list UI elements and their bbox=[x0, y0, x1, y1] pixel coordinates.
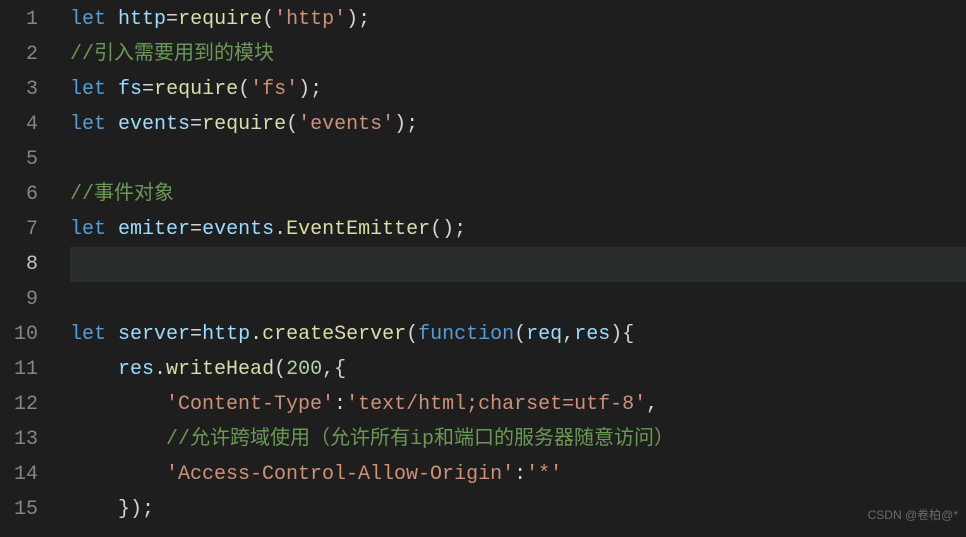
code-line[interactable]: let emiter=events.EventEmitter(); bbox=[70, 212, 966, 247]
line-number: 14 bbox=[0, 457, 38, 492]
code-line-current[interactable] bbox=[70, 247, 966, 282]
code-line[interactable]: let fs=require('fs'); bbox=[70, 72, 966, 107]
code-line[interactable]: 'Access-Control-Allow-Origin':'*' bbox=[70, 457, 966, 492]
line-number: 11 bbox=[0, 352, 38, 387]
line-number: 2 bbox=[0, 37, 38, 72]
line-number: 10 bbox=[0, 317, 38, 352]
code-line[interactable]: }); bbox=[70, 492, 966, 527]
code-line[interactable]: res.writeHead(200,{ bbox=[70, 352, 966, 387]
line-number: 3 bbox=[0, 72, 38, 107]
code-line[interactable] bbox=[70, 142, 966, 177]
code-line[interactable]: let events=require('events'); bbox=[70, 107, 966, 142]
line-number: 12 bbox=[0, 387, 38, 422]
code-line[interactable]: let http=require('http'); bbox=[70, 2, 966, 37]
line-number: 13 bbox=[0, 422, 38, 457]
code-line[interactable]: let server=http.createServer(function(re… bbox=[70, 317, 966, 352]
line-number: 7 bbox=[0, 212, 38, 247]
line-number: 15 bbox=[0, 492, 38, 527]
line-number: 1 bbox=[0, 2, 38, 37]
code-content[interactable]: let http=require('http'); //引入需要用到的模块 le… bbox=[50, 0, 966, 537]
code-line[interactable]: //引入需要用到的模块 bbox=[70, 37, 966, 72]
code-editor[interactable]: 1 2 3 4 5 6 7 8 9 10 11 12 13 14 15 let … bbox=[0, 0, 966, 537]
line-number: 9 bbox=[0, 282, 38, 317]
line-number: 4 bbox=[0, 107, 38, 142]
code-line[interactable] bbox=[70, 282, 966, 317]
line-number: 5 bbox=[0, 142, 38, 177]
watermark: CSDN @卷柏@* bbox=[868, 498, 958, 533]
line-number: 6 bbox=[0, 177, 38, 212]
code-line[interactable]: //事件对象 bbox=[70, 177, 966, 212]
line-gutter: 1 2 3 4 5 6 7 8 9 10 11 12 13 14 15 bbox=[0, 0, 50, 537]
line-number: 8 bbox=[0, 247, 38, 282]
code-line[interactable]: //允许跨域使用（允许所有ip和端口的服务器随意访问） bbox=[70, 422, 966, 457]
code-line[interactable]: 'Content-Type':'text/html;charset=utf-8'… bbox=[70, 387, 966, 422]
